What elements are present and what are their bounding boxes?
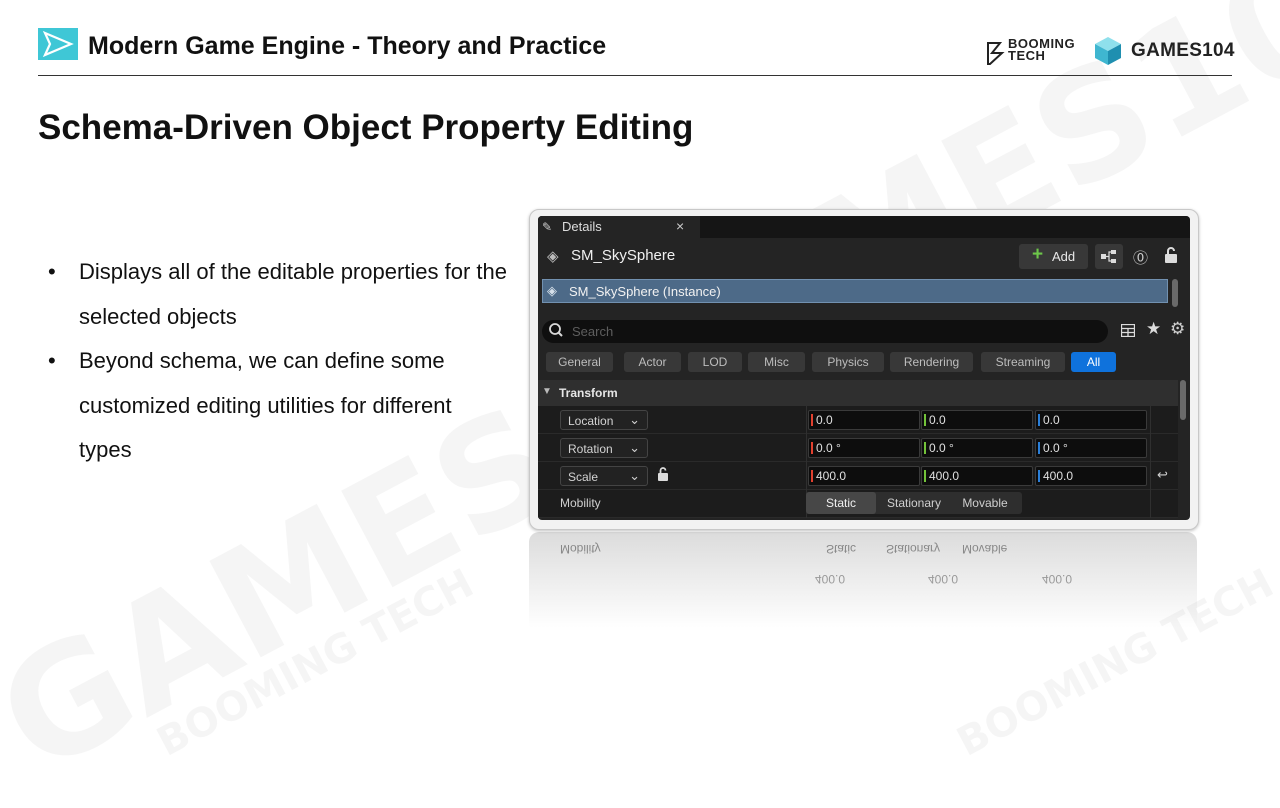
mobility-selector: Static Stationary Movable [806,492,1022,514]
chevron-down-icon: ⌄ [629,468,640,483]
reflection-scale-y: 400.0 [928,572,959,586]
location-y-field[interactable]: 0.0 [921,410,1033,430]
reflection-movable-label: Movable [962,542,1008,556]
hierarchy-icon [1101,250,1116,263]
settings-gear-icon[interactable]: ⚙ [1170,319,1185,339]
static-mesh-icon: ◈ [547,283,557,298]
reflection-static-label: Static [826,542,857,556]
watermark-booming-tech: BOOMING TECH [150,560,481,765]
tab-details[interactable]: ✎ Details × [538,216,700,238]
mobility-movable-option[interactable]: Movable [952,492,1018,514]
chevron-down-icon: ⌄ [629,440,640,455]
collapse-caret-icon: ▼ [542,386,552,397]
scale-y-field[interactable]: 400.0 [921,466,1033,486]
rotation-dropdown[interactable]: Rotation ⌄ [560,438,648,458]
search-icon [549,323,563,337]
header-title: Modern Game Engine - Theory and Practice [88,32,607,60]
bullet-item: • Displays all of the editable properties… [48,259,508,329]
mobility-stationary-option[interactable]: Stationary [878,492,950,514]
favorites-star-icon[interactable]: ★ [1146,319,1161,339]
blueprint-hierarchy-button[interactable] [1095,244,1123,269]
x-axis-marker [811,414,813,426]
z-axis-marker [1038,414,1040,426]
scale-z-field[interactable]: 400.0 [1035,466,1147,486]
location-x-field[interactable]: 0.0 [808,410,920,430]
reflection-gradient [529,532,1197,628]
tab-bar: ✎ Details × [538,216,1190,238]
scale-lock-icon[interactable] [657,466,669,482]
filter-all[interactable]: All [1071,352,1116,372]
rotation-y-field[interactable]: 0.0 ° [921,438,1033,458]
booming-tech-logo-icon [985,40,1005,66]
filter-lod[interactable]: LOD [688,352,742,372]
reflection-mobility-label: Mobility [560,542,601,556]
filter-actor[interactable]: Actor [624,352,681,372]
course-logo-icon [38,28,78,60]
help-icon[interactable]: ⓪ [1133,247,1148,268]
column-divider [1150,490,1151,518]
slide-title: Schema-Driven Object Property Editing [38,108,694,147]
column-divider [806,434,807,462]
header-divider [38,75,1232,76]
games-cube-icon [1093,35,1123,67]
search-input[interactable] [572,323,1072,340]
column-divider [1150,462,1151,490]
details-panel: ✎ Details × ◈ SM_SkySphere + Add ⓪ ◈ SM_… [538,216,1190,520]
location-z-field[interactable]: 0.0 [1035,410,1147,430]
chevron-down-icon: ⌄ [629,412,640,427]
scale-dropdown[interactable]: Scale ⌄ [560,466,648,486]
y-axis-marker [924,470,926,482]
games104-logo: GAMES104 [1131,40,1235,61]
unlock-icon[interactable] [1164,246,1178,264]
filter-misc[interactable]: Misc [748,352,805,372]
mobility-static-option[interactable]: Static [806,492,876,514]
y-axis-marker [924,414,926,426]
scale-row: Scale ⌄ 400.0 400.0 400.0 ↩ [538,462,1178,490]
y-axis-marker [924,442,926,454]
reflection-stationary-label: Stationary [886,542,941,556]
z-axis-marker [1038,442,1040,454]
component-list-scrollbar[interactable] [1172,279,1178,307]
mobility-row: Mobility Static Stationary Movable [538,490,1178,518]
x-axis-marker [811,442,813,454]
bullet-list: • Displays all of the editable properties… [48,250,508,473]
scale-x-field[interactable]: 400.0 [808,466,920,486]
x-axis-marker [811,470,813,482]
rotation-x-field[interactable]: 0.0 ° [808,438,920,458]
panel-reflection: Mobility Static Stationary Movable 400.0… [529,532,1197,628]
column-divider [806,406,807,434]
close-icon[interactable]: × [676,218,684,234]
filter-physics[interactable]: Physics [812,352,884,372]
selected-instance-row[interactable]: ◈ SM_SkySphere (Instance) [542,279,1168,303]
booming-tech-logo: BOOMING TECH [1008,36,1076,63]
reflection-scale-x: 400.0 [815,572,846,586]
rotation-row: Rotation ⌄ 0.0 ° 0.0 ° 0.0 ° [538,434,1178,462]
rotation-z-field[interactable]: 0.0 ° [1035,438,1147,458]
plus-icon: + [1032,244,1044,265]
column-divider [1150,434,1151,462]
filter-rendering[interactable]: Rendering [890,352,973,372]
location-dropdown[interactable]: Location ⌄ [560,410,648,430]
column-divider [1150,406,1151,434]
object-name: SM_SkySphere [571,247,676,264]
filter-streaming[interactable]: Streaming [981,352,1065,372]
static-mesh-icon: ◈ [547,248,559,265]
pencil-icon: ✎ [542,220,553,234]
z-axis-marker [1038,470,1040,482]
filter-general[interactable]: General [546,352,613,372]
reflection-scale-z: 400.0 [1042,572,1073,586]
reset-to-default-icon[interactable]: ↩ [1157,467,1168,483]
add-component-button[interactable]: + Add [1019,244,1088,269]
table-view-icon[interactable] [1121,324,1135,337]
details-scrollbar[interactable] [1180,380,1186,420]
transform-section-header[interactable]: ▼ Transform [538,380,1178,406]
column-divider [806,462,807,490]
search-box [542,320,1108,343]
location-row: Location ⌄ 0.0 0.0 0.0 [538,406,1178,434]
bullet-item: • Beyond schema, we can define some custo… [48,348,452,462]
